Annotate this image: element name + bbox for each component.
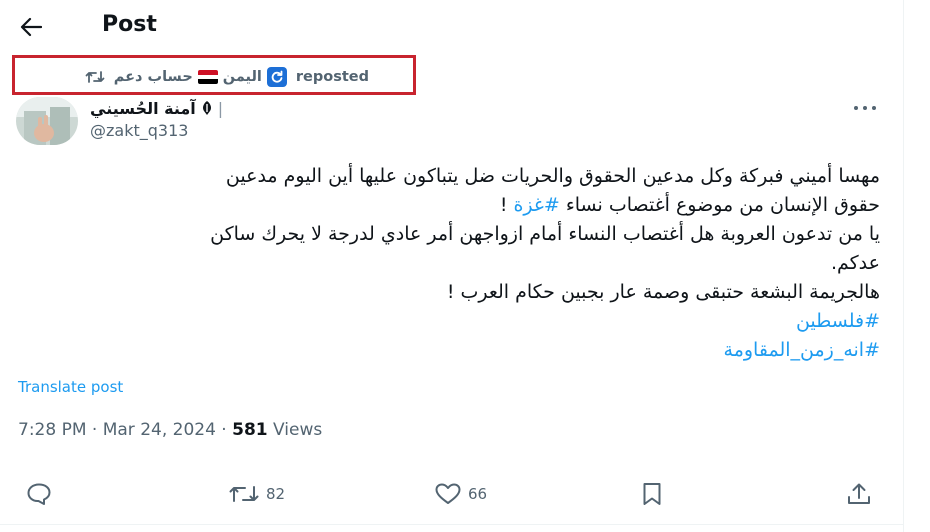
repost-country: اليمن [222, 69, 262, 85]
refresh-badge-icon [266, 67, 287, 87]
heart-icon [435, 483, 461, 504]
action-bar: 82 66 [0, 476, 903, 512]
tweet-line-text: حقوق الإنسان من موضوع أغتصاب نساء [565, 194, 880, 216]
post-page: Post حساب دعم اليمن reposted آمنة الحُسي… [0, 0, 930, 532]
emblem-icon [202, 101, 211, 115]
hashtag-link[interactable]: #غزة [513, 194, 559, 216]
repost-icon [85, 69, 105, 85]
reply-icon [27, 483, 51, 505]
views-count: 581 [232, 420, 268, 440]
tweet-line: مهسا أميني فبركة وكل مدعين الحقوق والحري… [225, 165, 880, 187]
repost-line[interactable]: حساب دعم اليمن reposted [85, 67, 369, 87]
like-button[interactable]: 66 [434, 476, 487, 512]
tweet-text: مهسا أميني فبركة وكل مدعين الحقوق والحري… [18, 162, 880, 365]
author-display-name[interactable]: آمنة الحُسيني [90, 99, 196, 118]
reply-button[interactable] [26, 476, 52, 512]
more-options-button[interactable] [850, 98, 880, 118]
repost-button[interactable]: 82 [228, 476, 285, 512]
post-timestamp[interactable]: 7:28 PM · Mar 24, 2024 · [18, 420, 232, 440]
tweet-line: حقوق الإنسان من موضوع أغتصاب نساء #غزة ! [18, 191, 880, 220]
bottom-divider [0, 524, 903, 525]
more-dots-icon [854, 106, 876, 110]
bookmark-button[interactable] [640, 476, 664, 512]
repost-icon [229, 486, 259, 502]
avatar[interactable] [16, 97, 78, 145]
share-icon [848, 483, 870, 504]
post-metadata: 7:28 PM · Mar 24, 2024 · 581 Views [18, 420, 322, 440]
tweet-line: هالجريمة البشعة حتبقى وصمة عار بجبين حكا… [446, 281, 880, 303]
back-button[interactable] [14, 10, 48, 44]
tweet-line: يا من تدعون العروبة هل أغتصاب النساء أما… [210, 223, 880, 245]
repost-count: 82 [266, 485, 286, 503]
reposted-label: reposted [295, 69, 369, 85]
tweet-line: عدكم. [830, 252, 880, 274]
tweet-line-end: ! [499, 194, 514, 216]
share-button[interactable] [846, 476, 872, 512]
bookmark-icon [643, 483, 661, 505]
repost-highlight-box: حساب دعم اليمن reposted [12, 55, 416, 95]
author-handle[interactable]: @zakt_q313 [90, 121, 188, 140]
hashtag-link[interactable]: #انه_زمن_المقاومة [18, 336, 880, 365]
back-arrow-icon [20, 17, 42, 37]
header: Post [0, 0, 903, 52]
page-title: Post [102, 12, 157, 37]
author-name[interactable]: آمنة الحُسيني | [90, 97, 223, 119]
column-divider [903, 0, 904, 532]
hashtag-link[interactable]: #فلسطين [18, 307, 880, 336]
views-label: Views [267, 420, 323, 440]
author-name-suffix: | [217, 98, 224, 118]
translate-post-link[interactable]: Translate post [18, 378, 123, 396]
like-count: 66 [468, 485, 488, 503]
yemen-flag-icon [197, 70, 218, 84]
repost-account-name[interactable]: حساب دعم [114, 69, 193, 85]
